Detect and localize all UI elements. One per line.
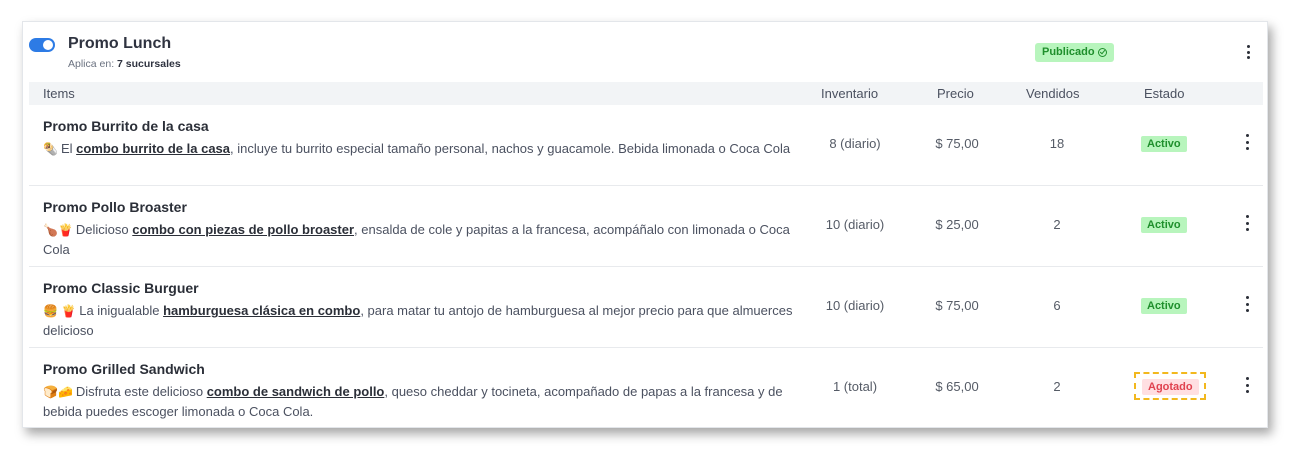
published-label: Publicado [1042, 46, 1095, 58]
price-value: $ 25,00 [935, 217, 979, 232]
row-menu-kebab-icon[interactable] [1241, 134, 1253, 150]
item-link[interactable]: hamburguesa clásica en combo [163, 303, 360, 318]
item-name: Promo Burrito de la casa [43, 118, 209, 134]
sold-value: 18 [1049, 136, 1065, 151]
desc-prefix: La inigualable [79, 303, 160, 318]
desc-prefix: Disfruta este delicioso [75, 384, 204, 399]
col-price: Precio [937, 86, 974, 101]
desc-prefix: El [60, 141, 73, 156]
bread-cheese-icon: 🍞🧀 [43, 385, 73, 399]
item-description: 🍗🍟 Delicioso combo con piezas de pollo br… [43, 220, 795, 259]
price-value: $ 65,00 [935, 379, 979, 394]
promo-title: Promo Lunch [68, 35, 172, 52]
applies-prefix: Aplica en: [68, 58, 115, 70]
inventory-value: 1 (total) [832, 379, 878, 394]
status-badge: Agotado [1142, 379, 1199, 395]
desc-prefix: Delicioso [75, 222, 129, 237]
row-menu-kebab-icon[interactable] [1241, 296, 1253, 312]
burrito-icon: 🌯 [43, 142, 58, 156]
table-row[interactable]: Promo Classic Burguer 🍔 🍟 La inigualable … [29, 267, 1263, 348]
item-description: 🍞🧀 Disfruta este delicioso combo de sandw… [43, 382, 795, 421]
burger-fries-icon: 🍔 🍟 [43, 304, 77, 318]
check-circle-icon [1097, 48, 1107, 57]
table-row[interactable]: Promo Burrito de la casa 🌯 El combo burri… [29, 105, 1263, 186]
col-state: Estado [1144, 86, 1185, 101]
toggle-knob [43, 40, 53, 50]
table-header: Items Inventario Precio Vendidos Estado [29, 82, 1263, 105]
item-link[interactable]: combo burrito de la casa [76, 141, 230, 156]
item-description: 🌯 El combo burrito de la casa, incluye tu… [43, 139, 795, 159]
item-description: 🍔 🍟 La inigualable hamburguesa clásica en… [43, 301, 795, 340]
item-name: Promo Grilled Sandwich [43, 361, 205, 377]
promo-card: Promo Lunch Aplica en: 7 sucursales Publ… [22, 21, 1268, 428]
row-menu-kebab-icon[interactable] [1241, 215, 1253, 231]
price-value: $ 75,00 [935, 298, 979, 313]
col-inventory: Inventario [821, 86, 879, 101]
item-name: Promo Pollo Broaster [43, 199, 187, 215]
status-badge: Activo [1141, 298, 1187, 314]
promo-toggle[interactable] [29, 38, 55, 52]
status-badge: Activo [1141, 136, 1187, 152]
chicken-fries-icon: 🍗🍟 [43, 223, 73, 237]
applies-value: 7 sucursales [117, 58, 181, 70]
published-badge: Publicado [1035, 43, 1114, 62]
status-badge: Activo [1141, 217, 1187, 233]
inventory-value: 10 (diario) [825, 298, 885, 313]
table-row[interactable]: Promo Pollo Broaster 🍗🍟 Delicioso combo c… [29, 186, 1263, 267]
sold-value: 6 [1053, 298, 1061, 313]
item-link[interactable]: combo de sandwich de pollo [207, 384, 385, 399]
desc-suffix: , incluye tu burrito especial tamaño per… [230, 141, 791, 156]
row-menu-kebab-icon[interactable] [1241, 377, 1253, 393]
price-value: $ 75,00 [935, 136, 979, 151]
inventory-value: 10 (diario) [825, 217, 885, 232]
promo-menu-kebab-icon[interactable] [1242, 45, 1254, 59]
sold-value: 2 [1053, 217, 1061, 232]
inventory-value: 8 (diario) [829, 136, 881, 151]
applies-to: Aplica en: 7 sucursales [68, 58, 181, 70]
col-sold: Vendidos [1026, 86, 1080, 101]
table-row[interactable]: Promo Grilled Sandwich 🍞🧀 Disfruta este d… [29, 348, 1263, 429]
item-link[interactable]: combo con piezas de pollo broaster [132, 222, 354, 237]
col-items: Items [43, 86, 75, 101]
sold-value: 2 [1053, 379, 1061, 394]
item-name: Promo Classic Burguer [43, 280, 199, 296]
